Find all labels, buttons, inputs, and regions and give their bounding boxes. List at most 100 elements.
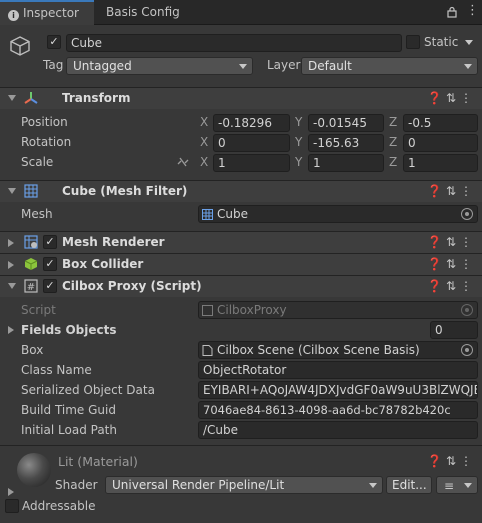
script-icon: # [24,279,38,293]
rotation-x-field[interactable]: 0 [213,134,290,152]
material-separator [0,445,482,446]
component-menu-icons[interactable]: ❓⇅⋮ [427,257,476,271]
class-name-label: Class Name [21,363,92,377]
scale-x-field[interactable]: 1 [213,154,290,172]
tag-value: Untagged [73,59,132,73]
box-collider-header[interactable]: ✓ Box Collider ❓⇅⋮ [0,253,482,275]
component-menu-icons[interactable]: ❓⇅⋮ [427,279,476,293]
fields-foldout-icon[interactable] [8,326,14,334]
mesh-value: Cube [217,207,248,221]
component-menu-icons[interactable]: ❓⇅⋮ [427,91,476,105]
fields-objects-label[interactable]: Fields Objects [21,323,117,337]
script-field: CilboxProxy [198,301,478,319]
transform-title: Transform [62,91,131,105]
mesh-renderer-enabled-checkbox[interactable]: ✓ [43,235,57,249]
fold-open-icon[interactable] [8,95,16,101]
tab-basis-config[interactable]: Basis Config [106,0,180,25]
addressable-checkbox[interactable] [5,499,19,513]
material-preview [17,453,51,487]
gameobject-cube-icon [10,36,30,56]
object-picker-icon[interactable] [461,344,473,356]
rotation-x-label: X [200,135,209,149]
layer-dropdown[interactable]: Default [301,57,478,75]
box-object-field[interactable]: Cilbox Scene (Cilbox Scene Basis) [198,341,478,359]
build-guid-field[interactable]: 7046ae84-8613-4098-aa6d-bc78782b420c [198,401,478,419]
rotation-y-field[interactable]: -165.63 [308,134,384,152]
static-dropdown-icon[interactable] [465,40,473,45]
initial-load-path-label: Initial Load Path [21,423,117,437]
shader-value: Universal Render Pipeline/Lit [112,478,285,492]
list-icon: ≡ [444,479,455,493]
lock-icon[interactable] [446,6,458,18]
box-collider-title: Box Collider [62,257,144,271]
shader-dropdown[interactable]: Universal Render Pipeline/Lit [105,476,383,494]
mesh-renderer-title: Mesh Renderer [62,235,165,249]
scale-z-label: Z [389,155,398,169]
static-checkbox[interactable] [406,35,420,49]
rotation-z-field[interactable]: 0 [403,134,478,152]
layer-label: Layer [267,58,301,72]
unlink-icon[interactable] [176,156,190,168]
transform-header[interactable]: Transform ❓⇅⋮ [0,87,482,109]
info-icon: i [8,10,19,21]
shader-options-button[interactable]: ≡ [436,476,478,494]
static-label: Static [424,35,459,49]
object-picker-icon [461,304,473,316]
serialized-data-field[interactable]: EYIBARI+AQoJAW4JDXJvdGF0aW9uU3BlZWQJB [198,381,478,399]
component-menu-icons[interactable]: ❓⇅⋮ [427,235,476,249]
script-label: Script [21,303,56,317]
chevron-down-icon [239,64,247,69]
tag-dropdown[interactable]: Untagged [66,57,253,75]
transform-icon [24,92,38,104]
component-menu-icons[interactable]: ❓⇅⋮ [427,184,476,198]
mesh-filter-header[interactable]: Cube (Mesh Filter) ❓⇅⋮ [0,180,482,202]
script-value: CilboxProxy [217,303,287,317]
build-guid-label: Build Time Guid [21,403,116,417]
fields-count-field[interactable]: 0 [430,321,478,339]
addressable-label: Addressable [22,499,96,513]
scale-z-field[interactable]: 1 [403,154,478,172]
script-file-icon [202,305,213,316]
fold-open-icon[interactable] [8,188,16,194]
svg-text:#: # [27,282,35,293]
box-label: Box [21,343,44,357]
scale-label: Scale [21,155,54,169]
tab-inspector[interactable]: i Inspector [0,0,94,25]
rotation-y-label: Y [295,135,303,149]
box-collider-enabled-checkbox[interactable]: ✓ [43,257,57,271]
scale-y-field[interactable]: 1 [308,154,384,172]
class-name-field[interactable]: ObjectRotator [198,361,478,379]
mesh-object-field[interactable]: Cube [198,205,478,223]
scene-file-icon [202,345,213,356]
material-foldout-icon[interactable] [8,488,14,496]
fold-closed-icon[interactable] [8,261,14,269]
tab-inspector-label: Inspector [23,6,79,20]
cilbox-proxy-header[interactable]: # ✓ Cilbox Proxy (Script) ❓⇅⋮ [0,275,482,297]
mesh-renderer-header[interactable]: ✓ Mesh Renderer ❓⇅⋮ [0,231,482,253]
chevron-down-icon [464,483,472,488]
scale-x-label: X [200,155,209,169]
position-z-label: Z [389,115,398,129]
tag-label: Tag [43,58,64,72]
initial-load-path-field[interactable]: /Cube [198,421,478,439]
material-menu-icons[interactable]: ❓⇅⋮ [427,454,476,468]
active-checkbox[interactable]: ✓ [47,35,61,49]
mesh-filter-title: Cube (Mesh Filter) [62,184,188,198]
fold-open-icon[interactable] [8,283,16,289]
position-z-field[interactable]: -0.5 [403,114,478,132]
rotation-label: Rotation [21,135,72,149]
box-collider-icon [24,258,38,270]
rotation-z-label: Z [389,135,398,149]
object-name-field[interactable]: Cube [66,34,402,52]
material-name: Lit (Material) [58,454,138,469]
position-label: Position [21,115,68,129]
chevron-down-icon [369,483,377,488]
fold-closed-icon[interactable] [8,239,14,247]
position-x-field[interactable]: -0.18296 [213,114,290,132]
object-picker-icon[interactable] [461,208,473,220]
position-y-field[interactable]: -0.01545 [308,114,384,132]
more-icon[interactable]: ⋮ [466,4,479,18]
shader-edit-button[interactable]: Edit... [386,476,432,494]
cilbox-proxy-enabled-checkbox[interactable]: ✓ [43,279,57,293]
mesh-filter-icon [24,184,38,198]
